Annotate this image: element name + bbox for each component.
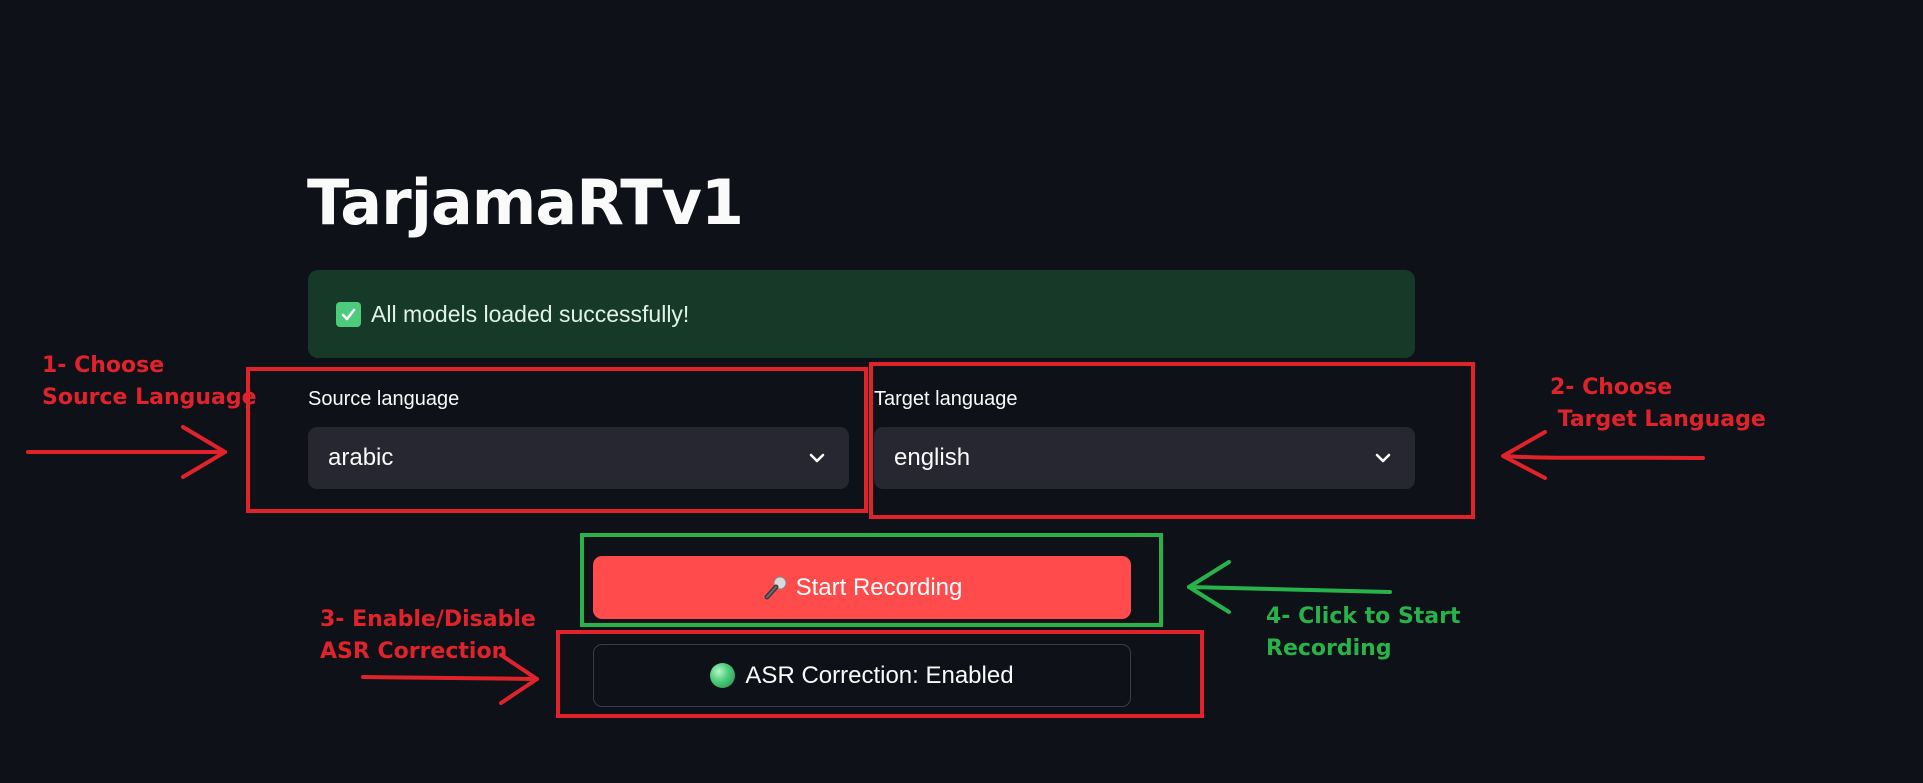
annotation-box-source <box>246 367 868 513</box>
page-title: TarjamaRTv1 <box>307 166 744 239</box>
check-mark-icon <box>336 301 361 327</box>
annotation-step1: 1- Choose Source Language <box>42 353 257 410</box>
annotation-step2: 2- Choose Target Language <box>1550 375 1766 432</box>
annotation-box-target <box>869 362 1475 519</box>
success-alert: All models loaded successfully! <box>308 270 1415 358</box>
alert-text: All models loaded successfully! <box>371 300 690 327</box>
annotation-step3: 3- Enable/Disable ASR Correction <box>320 607 536 664</box>
arrow-left-icon <box>1501 430 1705 480</box>
annotation-box-asr <box>556 630 1204 718</box>
annotation-step4: 4- Click to Start Recording <box>1266 604 1461 661</box>
annotation-box-record <box>580 533 1163 627</box>
arrow-right-icon <box>26 425 227 479</box>
